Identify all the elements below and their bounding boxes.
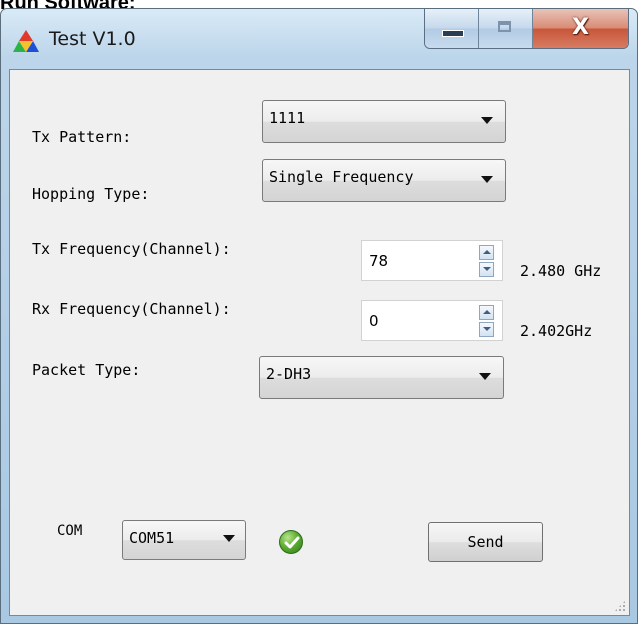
rx-frequency-label: Rx Frequency(Channel): — [32, 300, 231, 318]
maximize-icon — [498, 21, 511, 32]
tx-pattern-select[interactable]: 1111 — [262, 100, 506, 143]
close-button[interactable]: X — [533, 9, 628, 48]
close-icon: X — [572, 15, 589, 40]
tx-pattern-value: 1111 — [269, 109, 306, 127]
packet-type-label: Packet Type: — [32, 361, 141, 379]
window-title: Test V1.0 — [49, 28, 136, 50]
hopping-type-select[interactable]: Single Frequency — [262, 159, 506, 202]
rx-frequency-spinner — [479, 305, 494, 337]
chevron-down-icon — [481, 176, 493, 183]
chevron-down-icon — [479, 373, 491, 380]
packet-type-value: 2-DH3 — [266, 365, 312, 383]
chevron-down-icon — [481, 117, 493, 124]
colored-triangles-icon — [13, 30, 39, 52]
maximize-button[interactable] — [479, 9, 533, 48]
caption-buttons: X — [424, 9, 629, 49]
spin-down-icon[interactable] — [479, 262, 494, 277]
resize-grip-icon[interactable] — [614, 600, 626, 612]
com-label: COM — [57, 523, 83, 539]
rx-frequency-ghz: 2.402GHz — [520, 322, 593, 340]
tx-frequency-value: 78 — [369, 252, 389, 270]
minimize-button[interactable] — [425, 9, 479, 48]
tx-frequency-label: Tx Frequency(Channel): — [32, 240, 231, 258]
tx-frequency-spinner — [479, 245, 494, 277]
spin-up-icon[interactable] — [479, 245, 494, 260]
tx-frequency-stepper[interactable]: 78 — [361, 240, 503, 281]
rx-frequency-stepper[interactable]: 0 — [361, 300, 503, 341]
chevron-down-icon — [223, 535, 235, 542]
com-port-select[interactable]: COM51 — [122, 520, 246, 560]
tx-frequency-ghz: 2.480 GHz — [520, 262, 602, 280]
hopping-type-value: Single Frequency — [269, 168, 414, 186]
com-port-value: COM51 — [129, 529, 175, 547]
connection-status-badge — [279, 530, 303, 554]
client-area: Tx Pattern: 1111 Hopping Type: Single Fr… — [9, 69, 630, 616]
app-window: Test V1.0 X Tx Pattern: 1111 Hopping Typ… — [0, 8, 638, 624]
rx-frequency-value: 0 — [369, 312, 379, 330]
send-button[interactable]: Send — [428, 522, 543, 562]
hopping-type-label: Hopping Type: — [32, 185, 150, 203]
tx-pattern-label: Tx Pattern: — [32, 128, 132, 146]
spin-down-icon[interactable] — [479, 322, 494, 337]
title-bar[interactable]: Test V1.0 X — [1, 9, 637, 69]
spin-up-icon[interactable] — [479, 305, 494, 320]
packet-type-select[interactable]: 2-DH3 — [259, 356, 504, 399]
minimize-icon — [442, 30, 464, 37]
checkmark-icon — [284, 536, 300, 549]
